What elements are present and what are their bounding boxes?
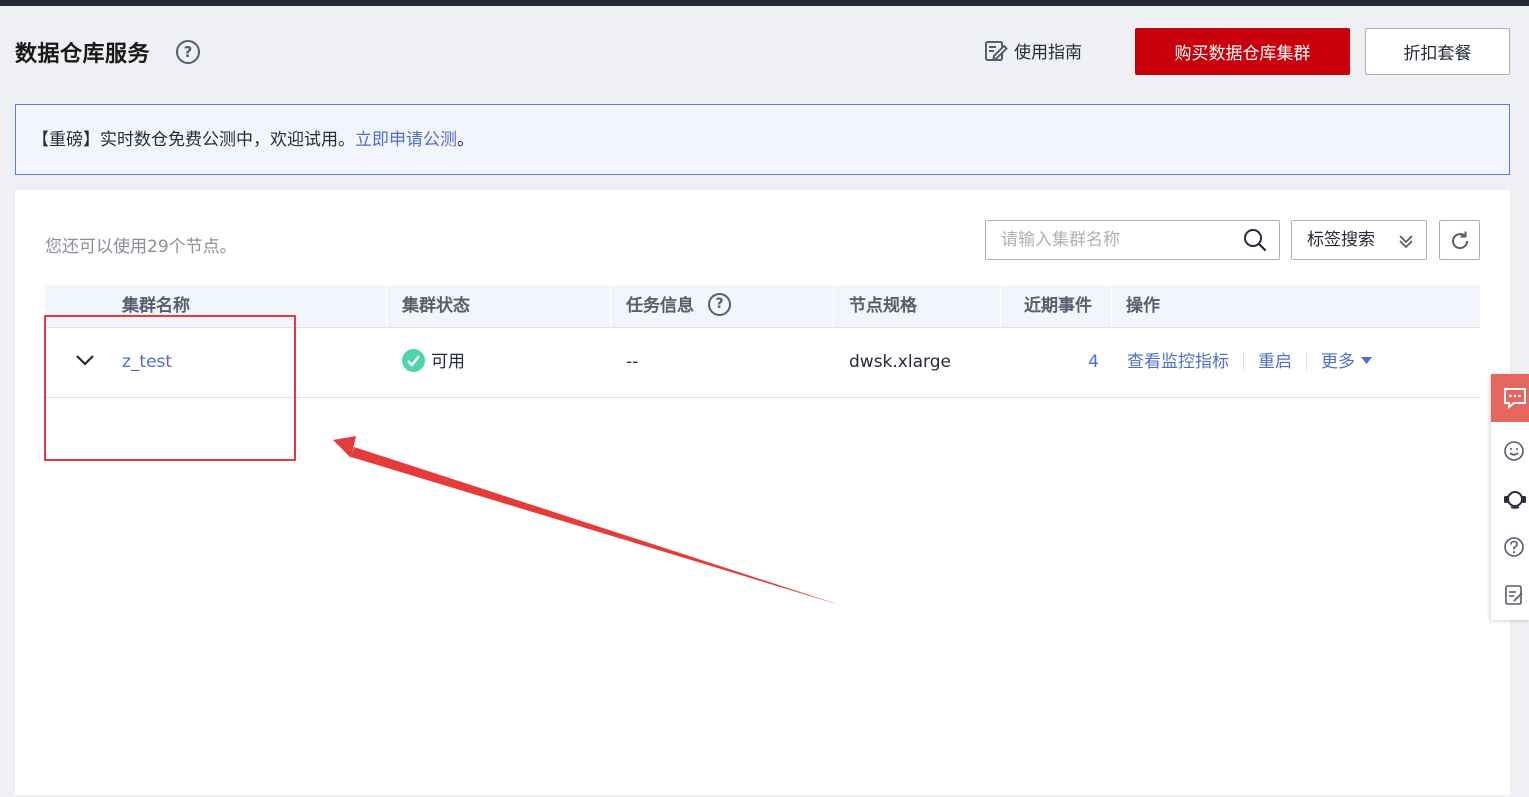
col-divider [610,285,611,328]
page-title: 数据仓库服务 [15,42,151,67]
refresh-icon [1452,231,1469,250]
cluster-status: 可用 [402,328,465,397]
help-icon [1504,537,1524,557]
recent-events-link[interactable]: 4 [1086,328,1099,397]
restart-link[interactable]: 重启 [1258,352,1292,372]
usage-guide-link[interactable]: 使用指南 [984,38,1082,63]
col-node-spec: 节点规格 [849,296,917,316]
cluster-search-box [985,220,1280,260]
col-divider [386,285,387,328]
more-actions-dropdown[interactable]: 更多 [1321,352,1372,372]
task-info-help-icon[interactable]: ? [708,293,731,316]
task-info-value: -- [626,352,639,372]
notice-suffix: 。 [457,130,474,150]
annotation-highlight-box [44,315,296,461]
refresh-button[interactable] [1439,220,1480,260]
col-task-info-label: 任务信息 [626,296,694,316]
check-circle-icon [402,348,425,372]
feedback-icon [1505,585,1523,605]
chat-button[interactable] [1491,374,1529,422]
caret-down-icon [1361,356,1372,364]
col-divider [1000,285,1001,328]
apply-beta-link[interactable]: 立即申请公测 [355,130,457,150]
help-icon[interactable]: ? [176,40,200,64]
col-actions: 操作 [1126,296,1160,316]
col-divider [1111,285,1112,328]
notice-text: 【重磅】实时数仓免费公测中，欢迎试用。 [32,130,355,150]
feedback-button[interactable] [1491,572,1529,620]
col-recent-events: 近期事件 [1024,296,1092,316]
view-monitoring-link[interactable]: 查看监控指标 [1127,352,1229,372]
chat-icon [1504,388,1526,410]
satisfaction-button[interactable] [1491,428,1529,476]
help-center-button[interactable] [1491,524,1529,572]
usage-guide-label: 使用指南 [1014,43,1082,63]
cluster-list-card: 您还可以使用29个节点。 标签搜索 集群名称 集群状态 任务信息? 节点规格 [15,190,1510,795]
cluster-status-text: 可用 [431,352,465,372]
note-edit-icon [985,40,1008,61]
floating-service-bar [1491,374,1529,620]
node-spec-value: dwsk.xlarge [849,352,951,372]
more-actions-label: 更多 [1321,352,1355,372]
row-actions: 查看监控指标 重启 更多 [1127,328,1372,397]
top-bar [0,0,1529,6]
notice-banner: 【重磅】实时数仓免费公测中，欢迎试用。立即申请公测。 [15,104,1510,175]
headset-icon [1504,491,1526,509]
col-cluster-status: 集群状态 [402,296,470,316]
col-divider [833,285,834,328]
cluster-search-input[interactable] [986,221,1236,259]
customer-service-button[interactable] [1491,476,1529,524]
discount-package-button[interactable]: 折扣套餐 [1365,28,1510,75]
double-chevron-down-icon [1399,235,1413,249]
action-divider [1243,351,1244,370]
action-divider [1306,351,1307,370]
tag-search-dropdown[interactable]: 标签搜索 [1291,220,1427,260]
buy-cluster-button[interactable]: 购买数据仓库集群 [1135,28,1350,75]
search-icon[interactable] [1243,228,1267,252]
tag-search-label: 标签搜索 [1307,230,1375,250]
smile-icon [1504,441,1524,461]
col-task-info: 任务信息? [626,285,731,328]
node-quota-text: 您还可以使用29个节点。 [45,237,237,257]
